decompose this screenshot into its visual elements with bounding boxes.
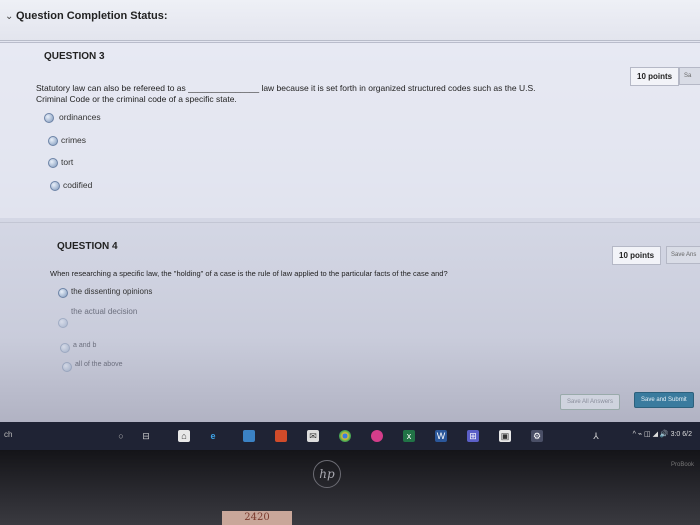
sticky-note: 2420 — [222, 511, 292, 525]
question-3-text: Statutory law can also be refereed to as… — [36, 83, 626, 105]
q3-option-3-radio[interactable] — [48, 158, 58, 168]
taskbar-search[interactable]: ch — [4, 430, 12, 439]
question-4-heading: QUESTION 4 — [57, 241, 118, 252]
edge-icon[interactable]: e — [207, 430, 219, 442]
q4-option-2-label[interactable]: the actual decision — [71, 307, 137, 316]
question-divider — [0, 222, 700, 223]
question-4-text: When researching a specific law, the "ho… — [50, 269, 448, 278]
file-explorer-icon[interactable] — [243, 430, 255, 442]
windows-taskbar: ch ○ ⊟ ⌂ e ✉ x W ⊞ ▣ ⚙ ⅄ ^ ⌁ ◫ ◢ 🔊 3:0 6… — [0, 422, 700, 450]
hp-logo: hp — [313, 460, 341, 488]
settings-icon[interactable]: ⚙ — [531, 430, 543, 442]
q4-option-1-label[interactable]: the dissenting opinions — [71, 287, 152, 296]
app-icon-grid[interactable] — [275, 430, 287, 442]
q4-option-1-radio[interactable] — [58, 288, 68, 298]
q4-option-3-label[interactable]: a and b — [73, 342, 96, 349]
q3-option-4-label[interactable]: codified — [63, 180, 92, 190]
question-4-save-answer-button[interactable]: Save Ans — [666, 246, 700, 264]
chevron-down-icon[interactable]: ⌄ — [5, 11, 13, 22]
q3-option-1-radio[interactable] — [44, 113, 54, 123]
system-tray[interactable]: ^ ⌁ ◫ ◢ 🔊 3:0 6/2 — [633, 430, 692, 438]
browser-screen: ⌄ Question Completion Status: QUESTION 3… — [0, 0, 700, 450]
app-icon-pink[interactable] — [371, 430, 383, 442]
tray-time: 3:0 — [670, 431, 681, 438]
q4-option-3-radio[interactable] — [60, 343, 70, 353]
q3-blank: _______________ — [188, 83, 260, 93]
q3-option-4-radio[interactable] — [50, 181, 60, 191]
chrome-icon[interactable] — [339, 430, 351, 442]
q4-option-4-radio[interactable] — [62, 362, 72, 372]
save-all-answers-button[interactable]: Save All Answers — [560, 394, 621, 410]
q3-text-before: Statutory law can also be refereed to as — [36, 83, 189, 93]
q4-option-4-label[interactable]: all of the above — [75, 361, 122, 368]
question-completion-status-bar[interactable]: ⌄ Question Completion Status: — [0, 0, 700, 41]
q3-option-3-label[interactable]: tort — [61, 157, 73, 167]
question-3-card — [0, 42, 700, 218]
cortana-icon[interactable]: ○ — [115, 430, 127, 442]
people-icon: ⅄ — [593, 431, 599, 441]
question-3-points: 10 points — [630, 67, 680, 86]
q3-option-2-radio[interactable] — [48, 136, 58, 146]
status-title: Question Completion Status: — [16, 10, 168, 22]
q3-option-1-label[interactable]: ordinances — [59, 112, 101, 122]
question-4-points: 10 points — [612, 246, 662, 265]
q3-text-after: law because it is set forth in organized… — [259, 83, 536, 93]
photos-icon[interactable]: ▣ — [499, 430, 511, 442]
tray-icons: ^ ⌁ ◫ ◢ 🔊 — [632, 431, 671, 438]
q4-option-2-radio[interactable] — [58, 318, 68, 328]
q3-text-line2: Criminal Code or the criminal code of a … — [36, 94, 237, 104]
store-icon[interactable]: ⌂ — [178, 430, 190, 442]
word-icon[interactable]: W — [435, 430, 447, 442]
excel-icon[interactable]: x — [403, 430, 415, 442]
probook-label: ProBook — [670, 462, 694, 468]
tray-date: 6/2 — [682, 431, 692, 438]
question-3-heading: QUESTION 3 — [44, 51, 105, 62]
laptop-bezel — [0, 450, 700, 525]
question-3-save-answer-button[interactable]: Sa — [679, 67, 700, 85]
teams-icon[interactable]: ⊞ — [467, 430, 479, 442]
save-and-submit-button[interactable]: Save and Submit — [634, 392, 694, 408]
task-view-icon[interactable]: ⊟ — [140, 430, 152, 442]
mail-icon[interactable]: ✉ — [307, 430, 319, 442]
q3-option-2-label[interactable]: crimes — [61, 135, 86, 145]
